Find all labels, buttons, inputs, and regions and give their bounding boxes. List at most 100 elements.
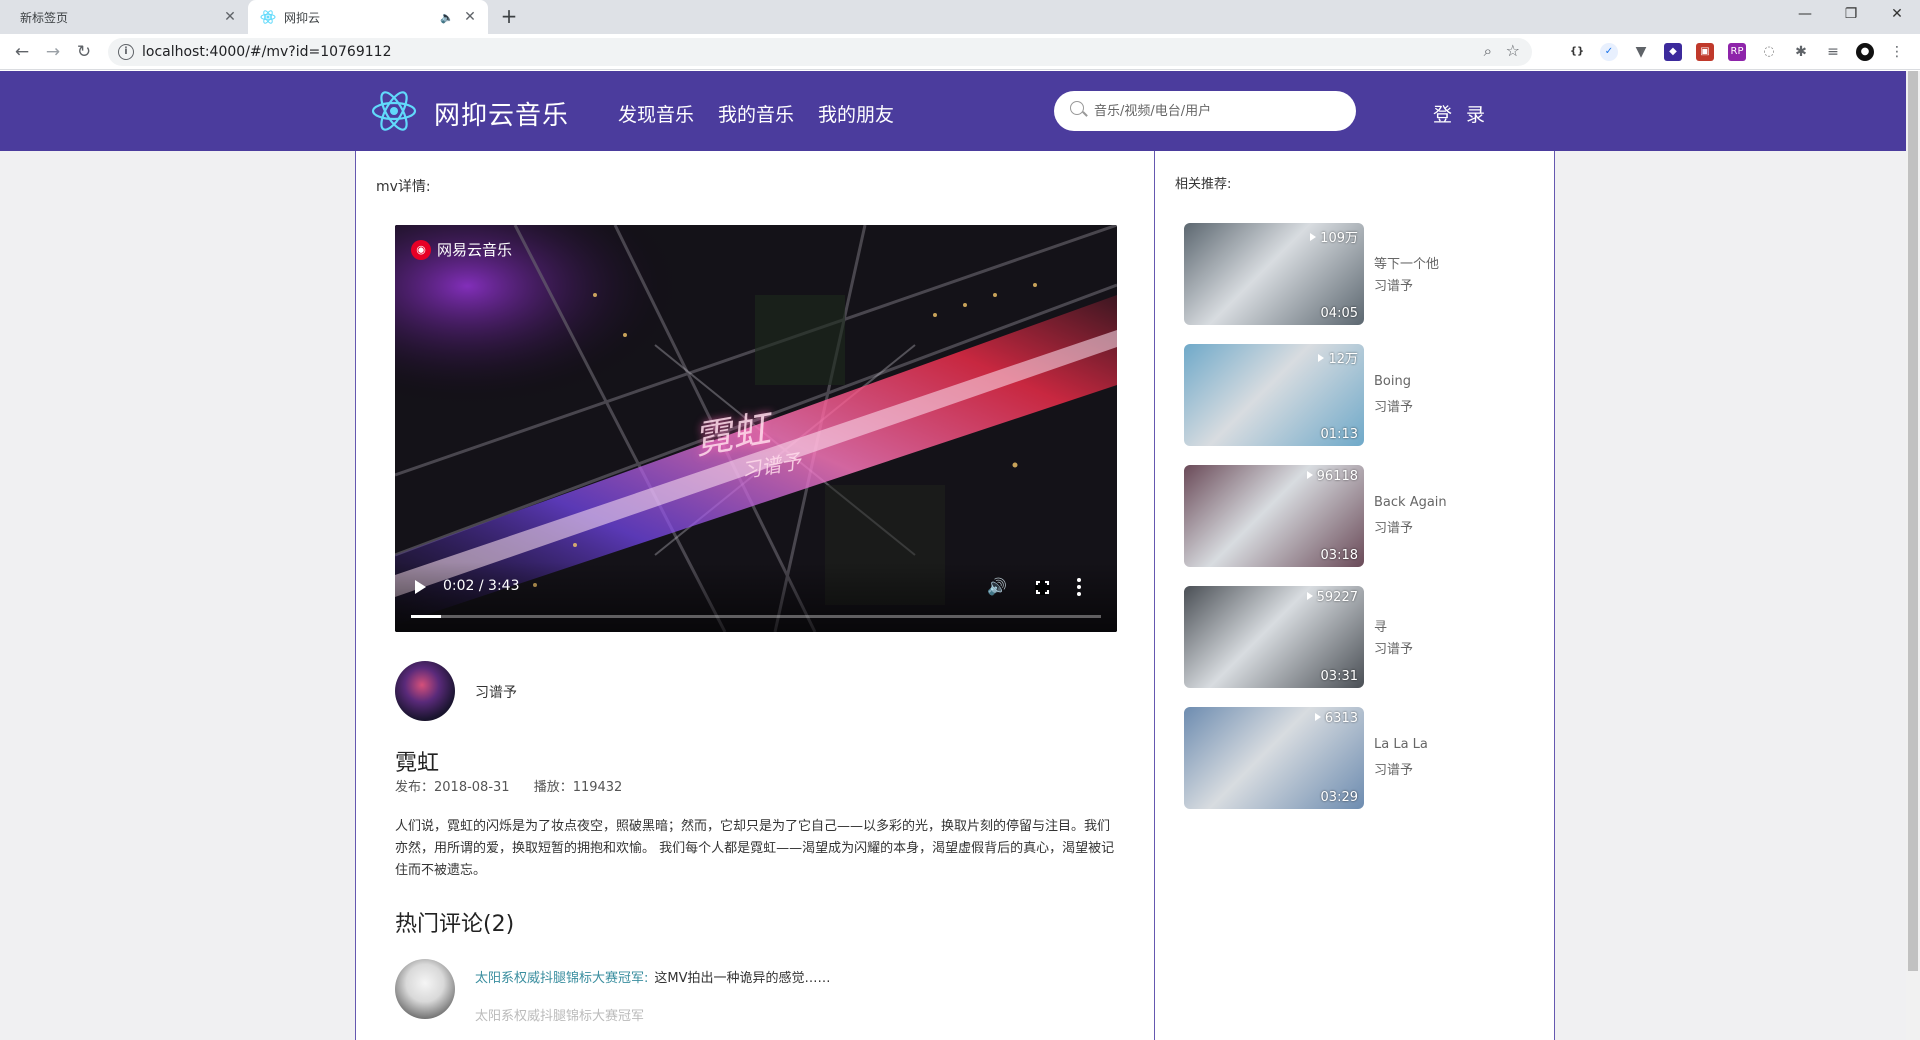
related-mv-play-count: 96118 [1307,469,1358,484]
related-mv-play-count: 12万 [1318,348,1358,367]
tab-title: 新标签页 [20,10,69,25]
related-mv-duration: 04:05 [1320,306,1358,321]
scrollbar-thumb[interactable] [1908,71,1918,971]
forward-icon[interactable]: → [41,40,65,64]
video-controls: 0:02 / 3:43 🔊 [395,562,1117,632]
video-progress-bar[interactable] [411,615,1101,618]
related-mv-title[interactable]: 等下一个他 [1374,253,1439,272]
related-mv-artist[interactable]: 习谱予 [1374,638,1413,657]
related-mv-play-count: 6313 [1315,711,1358,726]
tab-close-icon[interactable]: ✕ [460,9,480,25]
browser-toolbar: ← → ↻ i localhost:4000/#/mv?id=10769112 … [0,34,1920,70]
address-bar[interactable]: i localhost:4000/#/mv?id=10769112 ⌕ ☆ [108,38,1532,66]
related-mv-artist[interactable]: 习谱予 [1374,396,1413,415]
artist-name[interactable]: 习谱予 [475,682,517,702]
comment-reply-username[interactable]: 太阳系权威抖腿锦标大赛冠军 [475,1005,644,1024]
related-mv-title[interactable]: La La La [1374,737,1428,752]
related-mv-title[interactable]: Boing [1374,374,1411,389]
related-mv-item[interactable]: 12万 01:13 Boing 习谱予 [1184,344,1484,448]
related-mv-thumbnail[interactable]: 59227 03:31 [1184,586,1364,688]
related-mv-duration: 01:13 [1320,427,1358,442]
related-mv-duration: 03:29 [1320,790,1358,805]
volume-icon[interactable]: 🔊 [987,577,1007,596]
related-recommendations-panel: 相关推荐: 109万 04:05 等下一个他 习谱予 12万 01:13 Boing 习谱予 9… [1155,151,1555,1040]
related-mv-play-count: 109万 [1310,227,1358,246]
mv-meta: 发布：2018-08-31 播放：119432 [395,776,642,795]
reading-list-icon[interactable]: ≡ [1824,43,1842,61]
restore-icon[interactable]: ❐ [1828,0,1874,30]
related-mv-thumbnail[interactable]: 6313 03:29 [1184,707,1364,809]
tab-close-icon[interactable]: ✕ [220,9,240,25]
search-icon [1070,101,1084,115]
react-favicon-icon [260,10,276,24]
related-mv-title[interactable]: Back Again [1374,495,1447,510]
extension-red-icon[interactable]: ▣ [1696,43,1714,61]
minimize-icon[interactable]: — [1782,0,1828,30]
comment-text: 这MV拍出一种诡异的感觉…… [654,971,831,986]
video-watermark-text: 网易云音乐 [437,241,513,259]
tab-wangyiyun[interactable]: 网抑云 🔈 ✕ [248,0,488,34]
related-mv-artist[interactable]: 习谱予 [1374,517,1413,536]
extension-rp-icon[interactable]: RP [1728,43,1746,61]
play-icon[interactable] [415,580,426,594]
related-mv-play-count: 59227 [1307,590,1358,605]
video-watermark: ◉ 网易云音乐 [411,239,512,260]
related-mv-item[interactable]: 6313 03:29 La La La 习谱予 [1184,707,1484,811]
url-text[interactable]: localhost:4000/#/mv?id=10769112 [142,44,391,60]
reload-icon[interactable]: ↻ [72,40,96,64]
artist-avatar[interactable] [395,661,455,721]
publish-date: 发布：2018-08-31 [395,780,510,795]
page-scrollbar[interactable] [1906,71,1920,1040]
related-mv-item[interactable]: 109万 04:05 等下一个他习谱予 [1184,223,1484,327]
extension-json-icon[interactable]: {} [1568,43,1586,61]
search-input[interactable] [1094,100,1344,122]
fullscreen-icon[interactable] [1035,580,1050,595]
related-mv-item[interactable]: 59227 03:31 寻习谱予 [1184,586,1484,690]
browser-tab-bar: 新标签页 ✕ 网抑云 🔈 ✕ + — ❐ ✕ [0,0,1920,34]
related-mv-duration: 03:31 [1320,669,1358,684]
extension-vue-icon[interactable]: ▼ [1632,43,1650,61]
site-header: 网抑云音乐 发现音乐 我的音乐 我的朋友 登 录 [0,71,1906,151]
extension-feather-icon[interactable]: ✓ [1600,43,1618,61]
comment-username[interactable]: 太阳系权威抖腿锦标大赛冠军: [475,971,648,986]
extensions-puzzle-icon[interactable]: ✱ [1792,43,1810,61]
extension-circle-icon[interactable]: ◌ [1760,43,1778,61]
nav-my-music[interactable]: 我的音乐 [718,100,794,127]
related-mv-thumbnail[interactable]: 109万 04:05 [1184,223,1364,325]
hot-comments-heading: 热门评论(2) [395,912,515,937]
mv-title: 霓虹 [395,751,440,776]
back-icon[interactable]: ← [10,40,34,64]
browser-menu-icon[interactable]: ⋮ [1888,43,1906,61]
comment-avatar[interactable] [395,959,455,1019]
new-tab-button[interactable]: + [498,6,520,28]
comment-item: 太阳系权威抖腿锦标大赛冠军: 这MV拍出一种诡异的感觉…… 太阳系权威抖腿锦标大赛… [395,959,1117,1024]
site-logo-text[interactable]: 网抑云音乐 [434,95,569,132]
video-time: 0:02 / 3:43 [443,578,520,594]
profile-avatar[interactable]: ● [1856,43,1874,61]
play-count: 播放：119432 [533,780,623,795]
video-title-art: 霓虹 习谱予 [691,401,803,483]
search-box [1054,91,1356,131]
more-options-icon[interactable] [1077,578,1081,599]
related-mv-thumbnail[interactable]: 96118 03:18 [1184,465,1364,567]
related-mv-artist[interactable]: 习谱予 [1374,275,1413,294]
related-mv-artist[interactable]: 习谱予 [1374,759,1413,778]
related-mv-item[interactable]: 96118 03:18 Back Again 习谱予 [1184,465,1484,569]
video-player[interactable]: ◉ 网易云音乐 霓虹 习谱予 0:02 / 3:43 🔊 [395,225,1117,632]
mv-detail-panel: mv详情: ◉ 网易云音乐 霓虹 习谱予 0:02 / 3:43 🔊 习谱予 霓… [355,151,1155,1040]
site-info-icon[interactable]: i [118,44,134,60]
related-mv-thumbnail[interactable]: 12万 01:13 [1184,344,1364,446]
extension-cube-icon[interactable]: ◆ [1664,43,1682,61]
tab-audio-icon[interactable]: 🔈 [440,11,454,24]
zoom-icon[interactable]: ⌕ [1484,42,1492,60]
react-logo-icon[interactable] [370,87,418,135]
tab-title: 网抑云 [284,10,321,25]
related-mv-title[interactable]: 寻 [1374,616,1387,635]
nav-discover-music[interactable]: 发现音乐 [618,100,694,127]
bookmark-star-icon[interactable]: ☆ [1506,41,1520,60]
login-button[interactable]: 登 录 [1433,100,1489,127]
nav-my-friends[interactable]: 我的朋友 [818,100,894,127]
window-close-icon[interactable]: ✕ [1874,0,1920,30]
netease-logo-icon: ◉ [411,239,431,260]
tab-new-tab[interactable]: 新标签页 ✕ [8,0,248,34]
